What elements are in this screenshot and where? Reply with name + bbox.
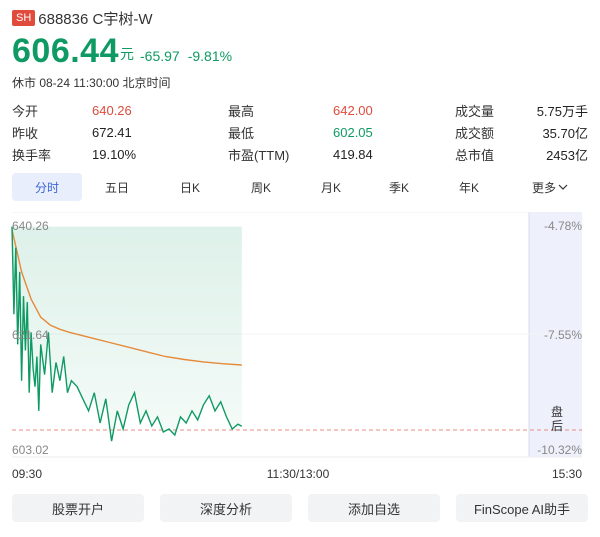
stat-value: 642.00 <box>333 102 373 118</box>
stat-value: 602.05 <box>333 124 373 140</box>
y-tick-right: -7.55% <box>544 328 582 342</box>
stat-label: 市盈(TTM) <box>228 147 290 163</box>
intraday-chart: 640.26 621.64 603.02 -4.78% -7.55% -10.3… <box>11 212 582 481</box>
stat-label: 换手率 <box>12 147 52 163</box>
y-tick-left: 603.02 <box>12 443 49 457</box>
stats-row: 换手率 19.10% 市盈(TTM) 419.84 总市值 2453亿 <box>12 143 588 165</box>
tab-monthly-k[interactable]: 月K <box>306 173 356 201</box>
finscope-ai-button[interactable]: FinScope AI助手 <box>456 494 588 522</box>
stock-title-row: SH 688836 C宇树-W <box>12 8 153 28</box>
price-change: -65.97 <box>140 48 180 64</box>
tab-more[interactable]: 更多 <box>520 173 580 201</box>
stat-low: 最低 602.05 <box>228 123 455 142</box>
price-change-pct: -9.81% <box>187 48 233 64</box>
after-hours-label: 盘后 <box>551 404 563 433</box>
stat-market-cap: 总市值 2453亿 <box>455 145 588 164</box>
y-tick-left: 640.26 <box>12 219 49 233</box>
tab-intraday[interactable]: 分时 <box>12 173 82 201</box>
stat-label: 成交量 <box>455 103 495 119</box>
stat-value: 19.10% <box>92 146 137 162</box>
price-unit: 元 <box>120 46 134 62</box>
stats-grid: 今开 640.26 最高 642.00 成交量 5.75万手 昨收 672.41… <box>12 99 588 165</box>
tab-more-label: 更多 <box>531 180 556 195</box>
y-tick-left: 621.64 <box>12 328 49 342</box>
open-account-button[interactable]: 股票开户 <box>12 494 144 522</box>
stat-value: 640.26 <box>92 102 132 118</box>
exchange-badge: SH <box>12 10 36 26</box>
stats-row: 昨收 672.41 最低 602.05 成交额 35.70亿 <box>12 121 588 143</box>
add-watchlist-button[interactable]: 添加自选 <box>308 494 440 522</box>
y-tick-right: -10.32% <box>537 443 582 457</box>
stat-label: 最高 <box>228 103 255 119</box>
tab-yearly-k[interactable]: 年K <box>444 173 494 201</box>
after-hours-char: 盘 <box>551 404 563 419</box>
after-hours-char: 后 <box>551 419 563 433</box>
action-bar: 股票开户 深度分析 添加自选 FinScope AI助手 <box>12 494 588 524</box>
tab-five-day[interactable]: 五日 <box>92 173 142 201</box>
stat-value: 2453亿 <box>546 147 588 163</box>
stat-turnover-amount: 成交额 35.70亿 <box>455 123 588 142</box>
chevron-down-icon <box>558 184 568 190</box>
stat-label: 昨收 <box>12 125 39 141</box>
stat-value: 35.70亿 <box>542 125 588 141</box>
price-row: 606.44 元 -65.97 -9.81% <box>12 30 240 70</box>
x-tick: 11:30/13:00 <box>267 467 330 481</box>
stat-turnover-rate: 换手率 19.10% <box>12 145 228 164</box>
stat-value: 419.84 <box>333 146 373 162</box>
stat-high: 最高 642.00 <box>228 101 455 120</box>
stat-label: 今开 <box>12 103 39 119</box>
stat-open: 今开 640.26 <box>12 101 228 120</box>
stat-value: 5.75万手 <box>536 103 588 119</box>
stat-label: 最低 <box>228 125 255 141</box>
stock-title: 688836 C宇树-W <box>38 10 153 28</box>
current-price: 606.44 <box>12 32 119 70</box>
deep-analysis-button[interactable]: 深度分析 <box>160 494 292 522</box>
stat-pe-ttm: 市盈(TTM) 419.84 <box>228 145 455 164</box>
tab-daily-k[interactable]: 日K <box>165 173 215 201</box>
stat-value: 672.41 <box>92 124 132 140</box>
stat-label: 总市值 <box>455 147 495 163</box>
tab-weekly-k[interactable]: 周K <box>236 173 286 201</box>
stats-row: 今开 640.26 最高 642.00 成交量 5.75万手 <box>12 99 588 121</box>
stat-prev-close: 昨收 672.41 <box>12 123 228 142</box>
stat-volume: 成交量 5.75万手 <box>455 101 588 120</box>
tab-quarterly-k[interactable]: 季K <box>374 173 424 201</box>
x-tick: 15:30 <box>552 467 582 481</box>
stat-label: 成交额 <box>455 125 495 141</box>
y-tick-right: -4.78% <box>544 219 582 233</box>
market-status: 休市 08-24 11:30:00 北京时间 <box>12 76 171 90</box>
period-tabs: 分时 五日 日K 周K 月K 季K 年K 更多 <box>12 172 588 202</box>
x-tick: 09:30 <box>12 467 42 481</box>
